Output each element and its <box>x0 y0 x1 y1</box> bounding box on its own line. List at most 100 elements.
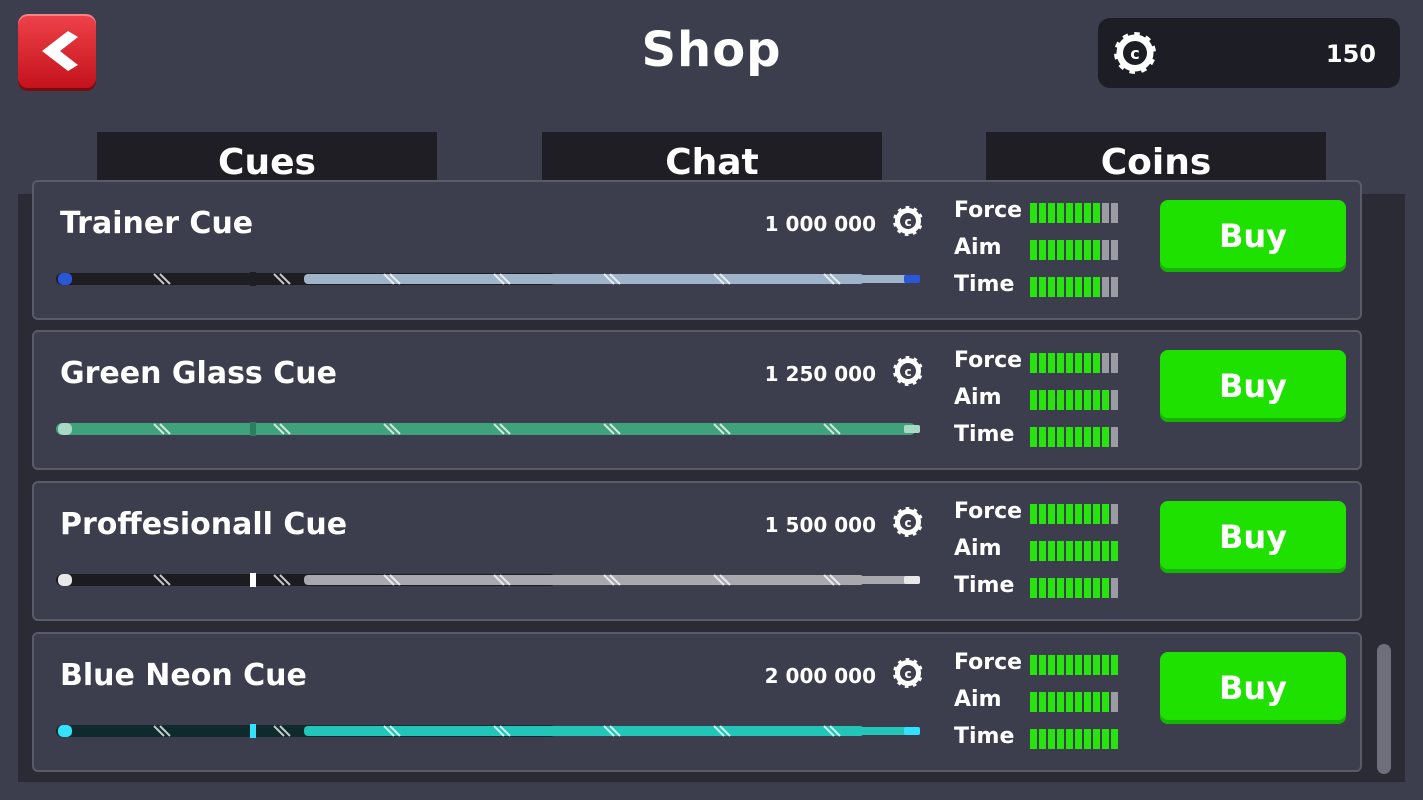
scrollbar[interactable] <box>1373 196 1395 780</box>
stat-bar-segment <box>1111 655 1118 675</box>
cue-name: Green Glass Cue <box>60 356 337 391</box>
stat-bar-segment <box>1075 655 1082 675</box>
svg-text:c: c <box>904 667 911 681</box>
stat-bar-segment <box>1111 277 1118 297</box>
stat-bar-segment <box>1030 541 1037 561</box>
stat-bar-segment <box>1030 655 1037 675</box>
coin-chip-icon: c <box>891 505 925 539</box>
cue-image <box>56 422 920 436</box>
stat-bar-segment <box>1057 541 1064 561</box>
stat-bar-segment <box>1048 390 1055 410</box>
stat-bar-segment <box>1075 504 1082 524</box>
stat-bar-segment <box>1075 240 1082 260</box>
stat-bar-segment <box>1066 578 1073 598</box>
stat-bar-segment <box>1093 729 1100 749</box>
stat-bar-aim <box>1030 240 1118 260</box>
stat-bar-segment <box>1084 203 1091 223</box>
stat-bar-segment <box>1048 655 1055 675</box>
stat-bar-segment <box>1048 578 1055 598</box>
svg-text:c: c <box>904 365 911 379</box>
svg-text:c: c <box>1130 44 1139 63</box>
stat-bar-segment <box>1039 655 1046 675</box>
stat-label-time: Time <box>954 272 1015 297</box>
coin-balance: c 150 <box>1098 18 1400 88</box>
stat-bar-segment <box>1093 240 1100 260</box>
stat-label-aim: Aim <box>954 687 1002 712</box>
stat-bar-segment <box>1057 203 1064 223</box>
stat-bar-force <box>1030 353 1118 373</box>
stat-bar-segment <box>1111 692 1118 712</box>
stat-bar-segment <box>1039 427 1046 447</box>
stat-bar-segment <box>1048 277 1055 297</box>
coin-chip-icon: c <box>1112 30 1158 76</box>
cue-name: Blue Neon Cue <box>60 658 307 693</box>
stat-bar-segment <box>1093 277 1100 297</box>
stat-bar-segment <box>1075 692 1082 712</box>
stat-bar-segment <box>1102 277 1109 297</box>
stat-bar-segment <box>1057 240 1064 260</box>
buy-button[interactable]: Buy <box>1160 350 1346 422</box>
stat-label-force: Force <box>954 198 1023 223</box>
stat-bar-segment <box>1039 578 1046 598</box>
stat-bar-segment <box>1102 353 1109 373</box>
stat-bar-time <box>1030 578 1118 598</box>
stat-bar-segment <box>1030 240 1037 260</box>
stat-bar-aim <box>1030 390 1118 410</box>
stat-bar-segment <box>1030 277 1037 297</box>
coin-chip-icon: c <box>891 354 925 388</box>
stat-bar-segment <box>1057 655 1064 675</box>
buy-button[interactable]: Buy <box>1160 501 1346 573</box>
cue-card: Trainer Cue 1 000 000 c Force Aim Time B… <box>32 180 1362 320</box>
stat-bar-segment <box>1102 692 1109 712</box>
stat-bar-segment <box>1039 504 1046 524</box>
stat-bar-time <box>1030 729 1118 749</box>
stat-label-aim: Aim <box>954 385 1002 410</box>
stat-bar-time <box>1030 427 1118 447</box>
stat-bar-segment <box>1084 277 1091 297</box>
stat-bar-segment <box>1039 240 1046 260</box>
stat-bar-segment <box>1039 353 1046 373</box>
stat-bar-segment <box>1111 353 1118 373</box>
stat-bar-segment <box>1102 541 1109 561</box>
stat-bar-segment <box>1084 353 1091 373</box>
stat-label-aim: Aim <box>954 235 1002 260</box>
stat-bar-segment <box>1066 277 1073 297</box>
stat-bar-segment <box>1102 240 1109 260</box>
stat-bar-segment <box>1084 240 1091 260</box>
stat-bar-segment <box>1102 655 1109 675</box>
stat-bar-segment <box>1111 203 1118 223</box>
stat-bar-segment <box>1066 203 1073 223</box>
stat-bar-segment <box>1084 578 1091 598</box>
stat-label-force: Force <box>954 650 1023 675</box>
stat-bar-force <box>1030 655 1118 675</box>
stat-bar-segment <box>1057 729 1064 749</box>
buy-button[interactable]: Buy <box>1160 652 1346 724</box>
stat-bar-segment <box>1066 541 1073 561</box>
stat-bar-segment <box>1057 353 1064 373</box>
stat-bar-segment <box>1039 729 1046 749</box>
cue-price: 1 500 000 <box>764 513 876 537</box>
stat-bar-segment <box>1057 578 1064 598</box>
stat-bar-segment <box>1030 427 1037 447</box>
stat-bar-segment <box>1084 390 1091 410</box>
stat-bar-segment <box>1075 203 1082 223</box>
buy-button[interactable]: Buy <box>1160 200 1346 272</box>
svg-text:c: c <box>904 215 911 229</box>
coin-chip-icon: c <box>891 204 925 238</box>
scrollbar-thumb[interactable] <box>1377 644 1391 774</box>
cue-price: 2 000 000 <box>764 664 876 688</box>
stat-bar-segment <box>1102 729 1109 749</box>
stat-bar-segment <box>1030 390 1037 410</box>
stat-bar-segment <box>1039 390 1046 410</box>
cue-card: Blue Neon Cue 2 000 000 c Force Aim Time… <box>32 632 1362 772</box>
stat-bar-segment <box>1057 390 1064 410</box>
cue-name: Trainer Cue <box>60 206 254 241</box>
cue-image <box>56 272 920 286</box>
stat-bar-segment <box>1030 353 1037 373</box>
stat-bar-segment <box>1048 729 1055 749</box>
stat-bar-segment <box>1093 353 1100 373</box>
stat-bar-segment <box>1057 277 1064 297</box>
stat-bar-segment <box>1084 655 1091 675</box>
stat-label-time: Time <box>954 724 1015 749</box>
stat-label-aim: Aim <box>954 536 1002 561</box>
